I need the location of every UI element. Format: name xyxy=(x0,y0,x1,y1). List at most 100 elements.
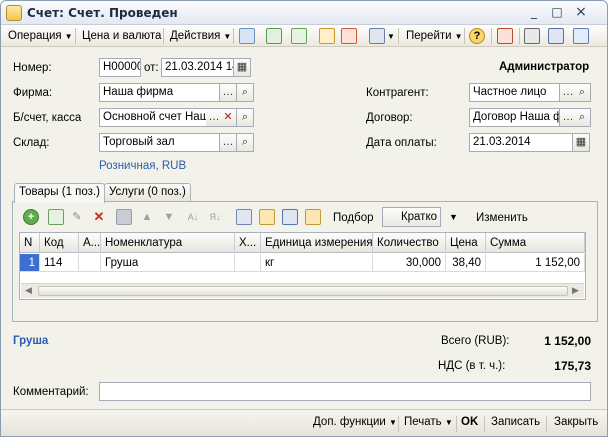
clear-icon[interactable]: ✕ xyxy=(220,108,237,127)
characteristic-cell[interactable] xyxy=(235,254,261,272)
delete-icon[interactable]: ✕ xyxy=(91,209,107,225)
operation-menu-label: Операция xyxy=(8,30,62,42)
operation-menu[interactable]: Операция ▼ xyxy=(5,28,76,44)
separator xyxy=(233,28,234,44)
scroll-right-icon[interactable]: ▶ xyxy=(572,285,579,296)
contractor-label: Контрагент: xyxy=(366,87,429,99)
add-row-icon[interactable]: + xyxy=(23,209,39,225)
pick-button[interactable]: Подбор xyxy=(333,212,374,224)
sort-ascending-icon[interactable]: A↓ xyxy=(185,209,201,225)
minimize-button[interactable]: _ xyxy=(525,4,543,21)
column-header[interactable]: N xyxy=(20,233,40,253)
calendar-icon[interactable]: ▦ xyxy=(573,133,590,152)
ok-button[interactable]: OK xyxy=(461,416,478,428)
quantity-cell[interactable]: 30,000 xyxy=(373,254,446,272)
column-header[interactable]: Код xyxy=(40,233,79,253)
copy-document-icon[interactable] xyxy=(291,28,307,44)
column-header[interactable]: Сумма xyxy=(486,233,585,253)
separator xyxy=(456,416,457,432)
dropdown-arrow-icon: ▼ xyxy=(64,32,73,41)
goto-menu[interactable]: Перейти ▼ xyxy=(403,28,466,44)
firm-field[interactable]: Наша фирма xyxy=(99,83,220,102)
move-up-icon[interactable]: ▲ xyxy=(139,209,155,225)
bottom-command-bar: Доп. функции ▼ Печать ▼ OK Записать Закр… xyxy=(1,409,607,436)
ellipsis-select-button[interactable]: … xyxy=(220,133,237,152)
close-window-button[interactable]: × xyxy=(572,4,590,21)
nomenclature-cell[interactable]: Груша xyxy=(101,254,235,272)
actions-menu[interactable]: Действия ▼ xyxy=(167,28,234,44)
movement-icon[interactable] xyxy=(341,28,357,44)
dropdown-arrow-icon: ▼ xyxy=(389,418,397,427)
column-header[interactable]: Номенклатура xyxy=(101,233,235,253)
contract-field[interactable]: Договор Наша ф xyxy=(469,108,560,127)
hierarchy-icon[interactable] xyxy=(497,28,513,44)
move-down-icon[interactable]: ▼ xyxy=(161,209,177,225)
dropdown-arrow-icon: ▼ xyxy=(454,32,463,41)
change-button[interactable]: Изменить xyxy=(476,212,528,224)
comment-field[interactable] xyxy=(99,382,591,401)
scrollbar-thumb[interactable] xyxy=(38,286,568,296)
warehouse-field[interactable]: Торговый зал xyxy=(99,133,220,152)
article-cell[interactable] xyxy=(79,254,101,272)
tab-goods[interactable]: Товары (1 поз.) xyxy=(14,183,105,203)
print-label: Печать xyxy=(404,416,442,428)
import-icon[interactable] xyxy=(305,209,321,225)
column-header[interactable]: Цена xyxy=(446,233,486,253)
search-icon[interactable]: ⌕ xyxy=(574,83,591,102)
save-button[interactable]: Записать xyxy=(491,416,540,428)
copy-icon[interactable] xyxy=(236,209,252,225)
column-header[interactable]: А... xyxy=(79,233,101,253)
close-button[interactable]: Закрыть xyxy=(554,416,598,428)
search-icon[interactable]: ⌕ xyxy=(574,108,591,127)
price-type-link[interactable]: Розничная, RUB xyxy=(99,160,186,172)
list-icon[interactable] xyxy=(524,28,540,44)
sort-descending-icon[interactable]: Я↓ xyxy=(207,209,223,225)
edit-icon[interactable]: ✎ xyxy=(69,209,85,225)
sum-cell[interactable]: 1 152,00 xyxy=(486,254,585,272)
extra-functions-menu[interactable]: Доп. функции ▼ xyxy=(313,416,397,428)
column-header[interactable]: Х... xyxy=(235,233,261,253)
price-currency-button[interactable]: Цена и валюта xyxy=(79,28,164,44)
column-header[interactable]: Единица измерения xyxy=(261,233,373,253)
row-number-cell[interactable]: 1 xyxy=(20,254,40,272)
paste-icon[interactable] xyxy=(259,209,275,225)
mode-select[interactable]: Кратко xyxy=(382,207,441,227)
search-icon[interactable]: ⌕ xyxy=(237,108,254,127)
scroll-left-icon[interactable]: ◀ xyxy=(25,285,32,296)
title-bar: Счет: Счет. Проведен _ □ × xyxy=(1,1,607,25)
contract-label: Договор: xyxy=(366,112,413,124)
separator xyxy=(163,28,164,44)
code-cell[interactable]: 114 xyxy=(40,254,79,272)
dropdown-arrow-icon[interactable]: ▼ xyxy=(449,212,458,222)
separator xyxy=(491,28,492,44)
search-icon[interactable]: ⌕ xyxy=(237,83,254,102)
window-title: Счет: Счет. Проведен xyxy=(27,6,178,20)
paydate-field[interactable]: 21.03.2014 xyxy=(469,133,573,152)
print-icon[interactable] xyxy=(369,28,385,44)
column-header[interactable]: Количество xyxy=(373,233,446,253)
number-field[interactable]: Н00000 xyxy=(99,58,141,77)
price-cell[interactable]: 38,40 xyxy=(446,254,486,272)
account-field[interactable]: Основной счет Наш... xyxy=(99,108,207,127)
unit-cell[interactable]: кг xyxy=(261,254,373,272)
contractor-field[interactable]: Частное лицо xyxy=(469,83,560,102)
post-icon[interactable] xyxy=(239,28,255,44)
copy-row-icon[interactable] xyxy=(48,209,64,225)
settings-icon[interactable] xyxy=(573,28,589,44)
date-field[interactable]: 21.03.2014 14 xyxy=(161,58,234,77)
save-row-icon[interactable] xyxy=(116,209,132,225)
refresh-icon[interactable] xyxy=(266,28,282,44)
help-icon[interactable]: ? xyxy=(469,28,485,44)
search-icon[interactable]: ⌕ xyxy=(237,133,254,152)
maximize-button[interactable]: □ xyxy=(548,4,566,21)
current-item-name: Груша xyxy=(13,335,49,347)
horizontal-scrollbar[interactable]: ◀ ▶ xyxy=(21,283,584,298)
structure-icon[interactable] xyxy=(319,28,335,44)
fill-icon[interactable] xyxy=(282,209,298,225)
account-label: Б/счет, касса xyxy=(13,112,82,124)
calendar-icon[interactable]: ▦ xyxy=(234,58,251,77)
print-menu[interactable]: Печать ▼ xyxy=(404,416,453,428)
tab-services[interactable]: Услуги (0 поз.) xyxy=(104,183,191,202)
ellipsis-select-button[interactable]: … xyxy=(220,83,237,102)
checklist-icon[interactable] xyxy=(548,28,564,44)
